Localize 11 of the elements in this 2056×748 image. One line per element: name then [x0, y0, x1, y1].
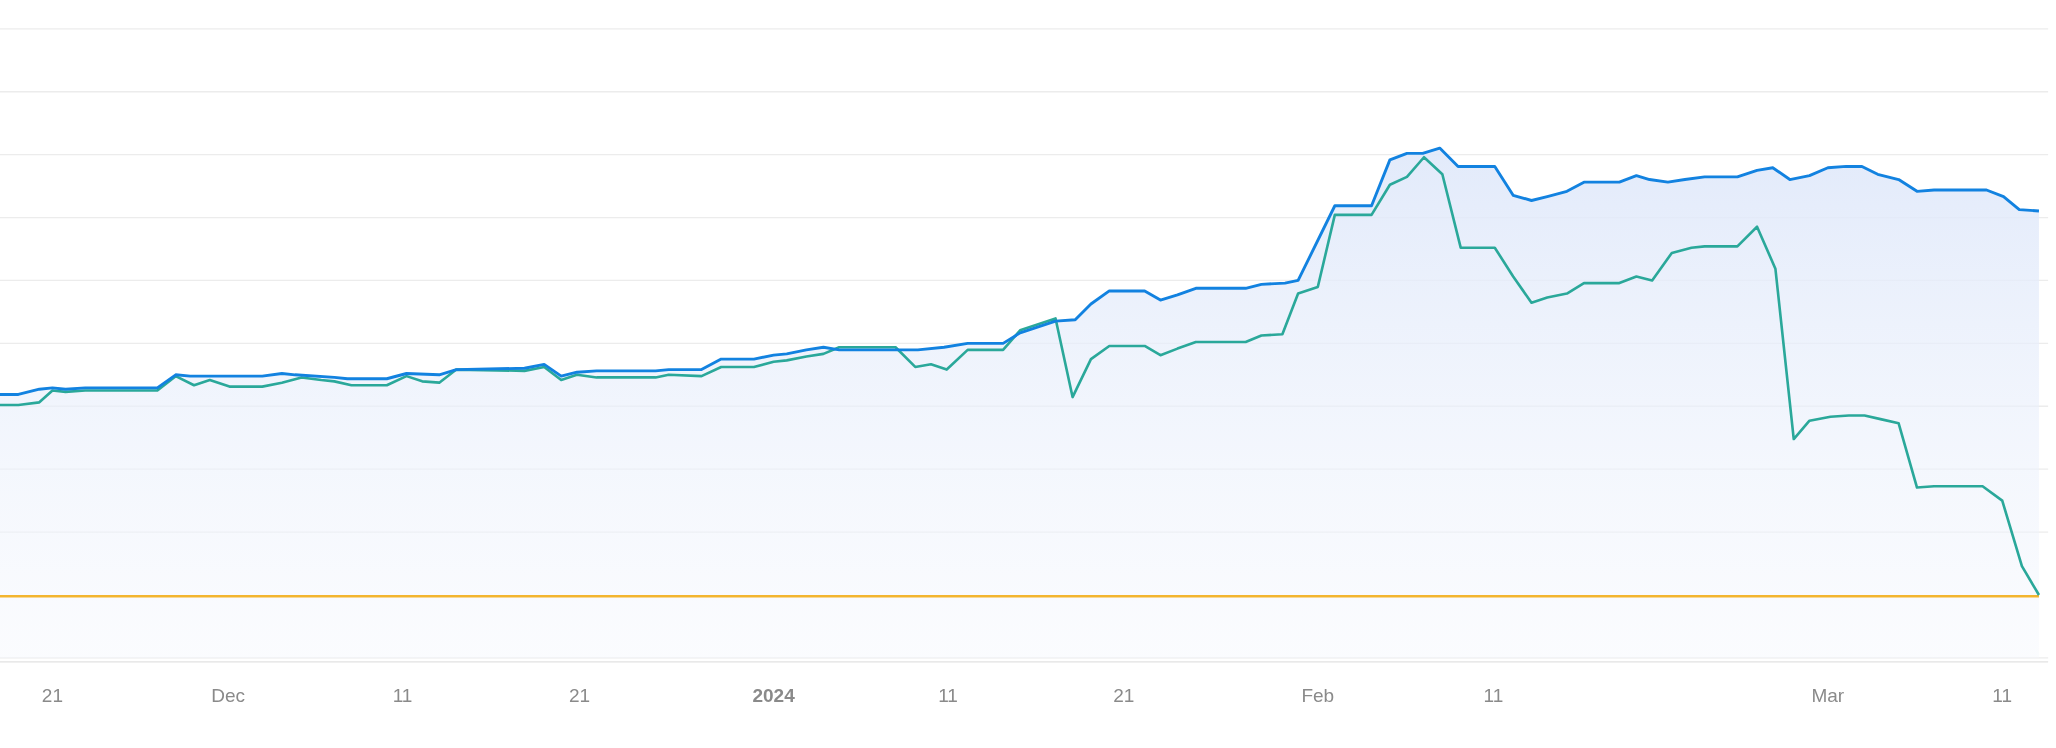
axis-label: 21	[1113, 685, 1135, 707]
axis-label: 11	[1483, 685, 1504, 707]
axis-label: Dec	[211, 685, 246, 707]
axis-label: Mar	[1811, 685, 1845, 707]
axis-label: Feb	[1301, 685, 1335, 707]
axis-label: 21	[41, 685, 63, 707]
axis-label: 11	[1992, 685, 2013, 707]
axis-label: 11	[392, 685, 413, 707]
axis-label: 21	[569, 685, 591, 707]
axis-label: 11	[938, 685, 958, 707]
axis-label: 2024	[752, 685, 795, 707]
